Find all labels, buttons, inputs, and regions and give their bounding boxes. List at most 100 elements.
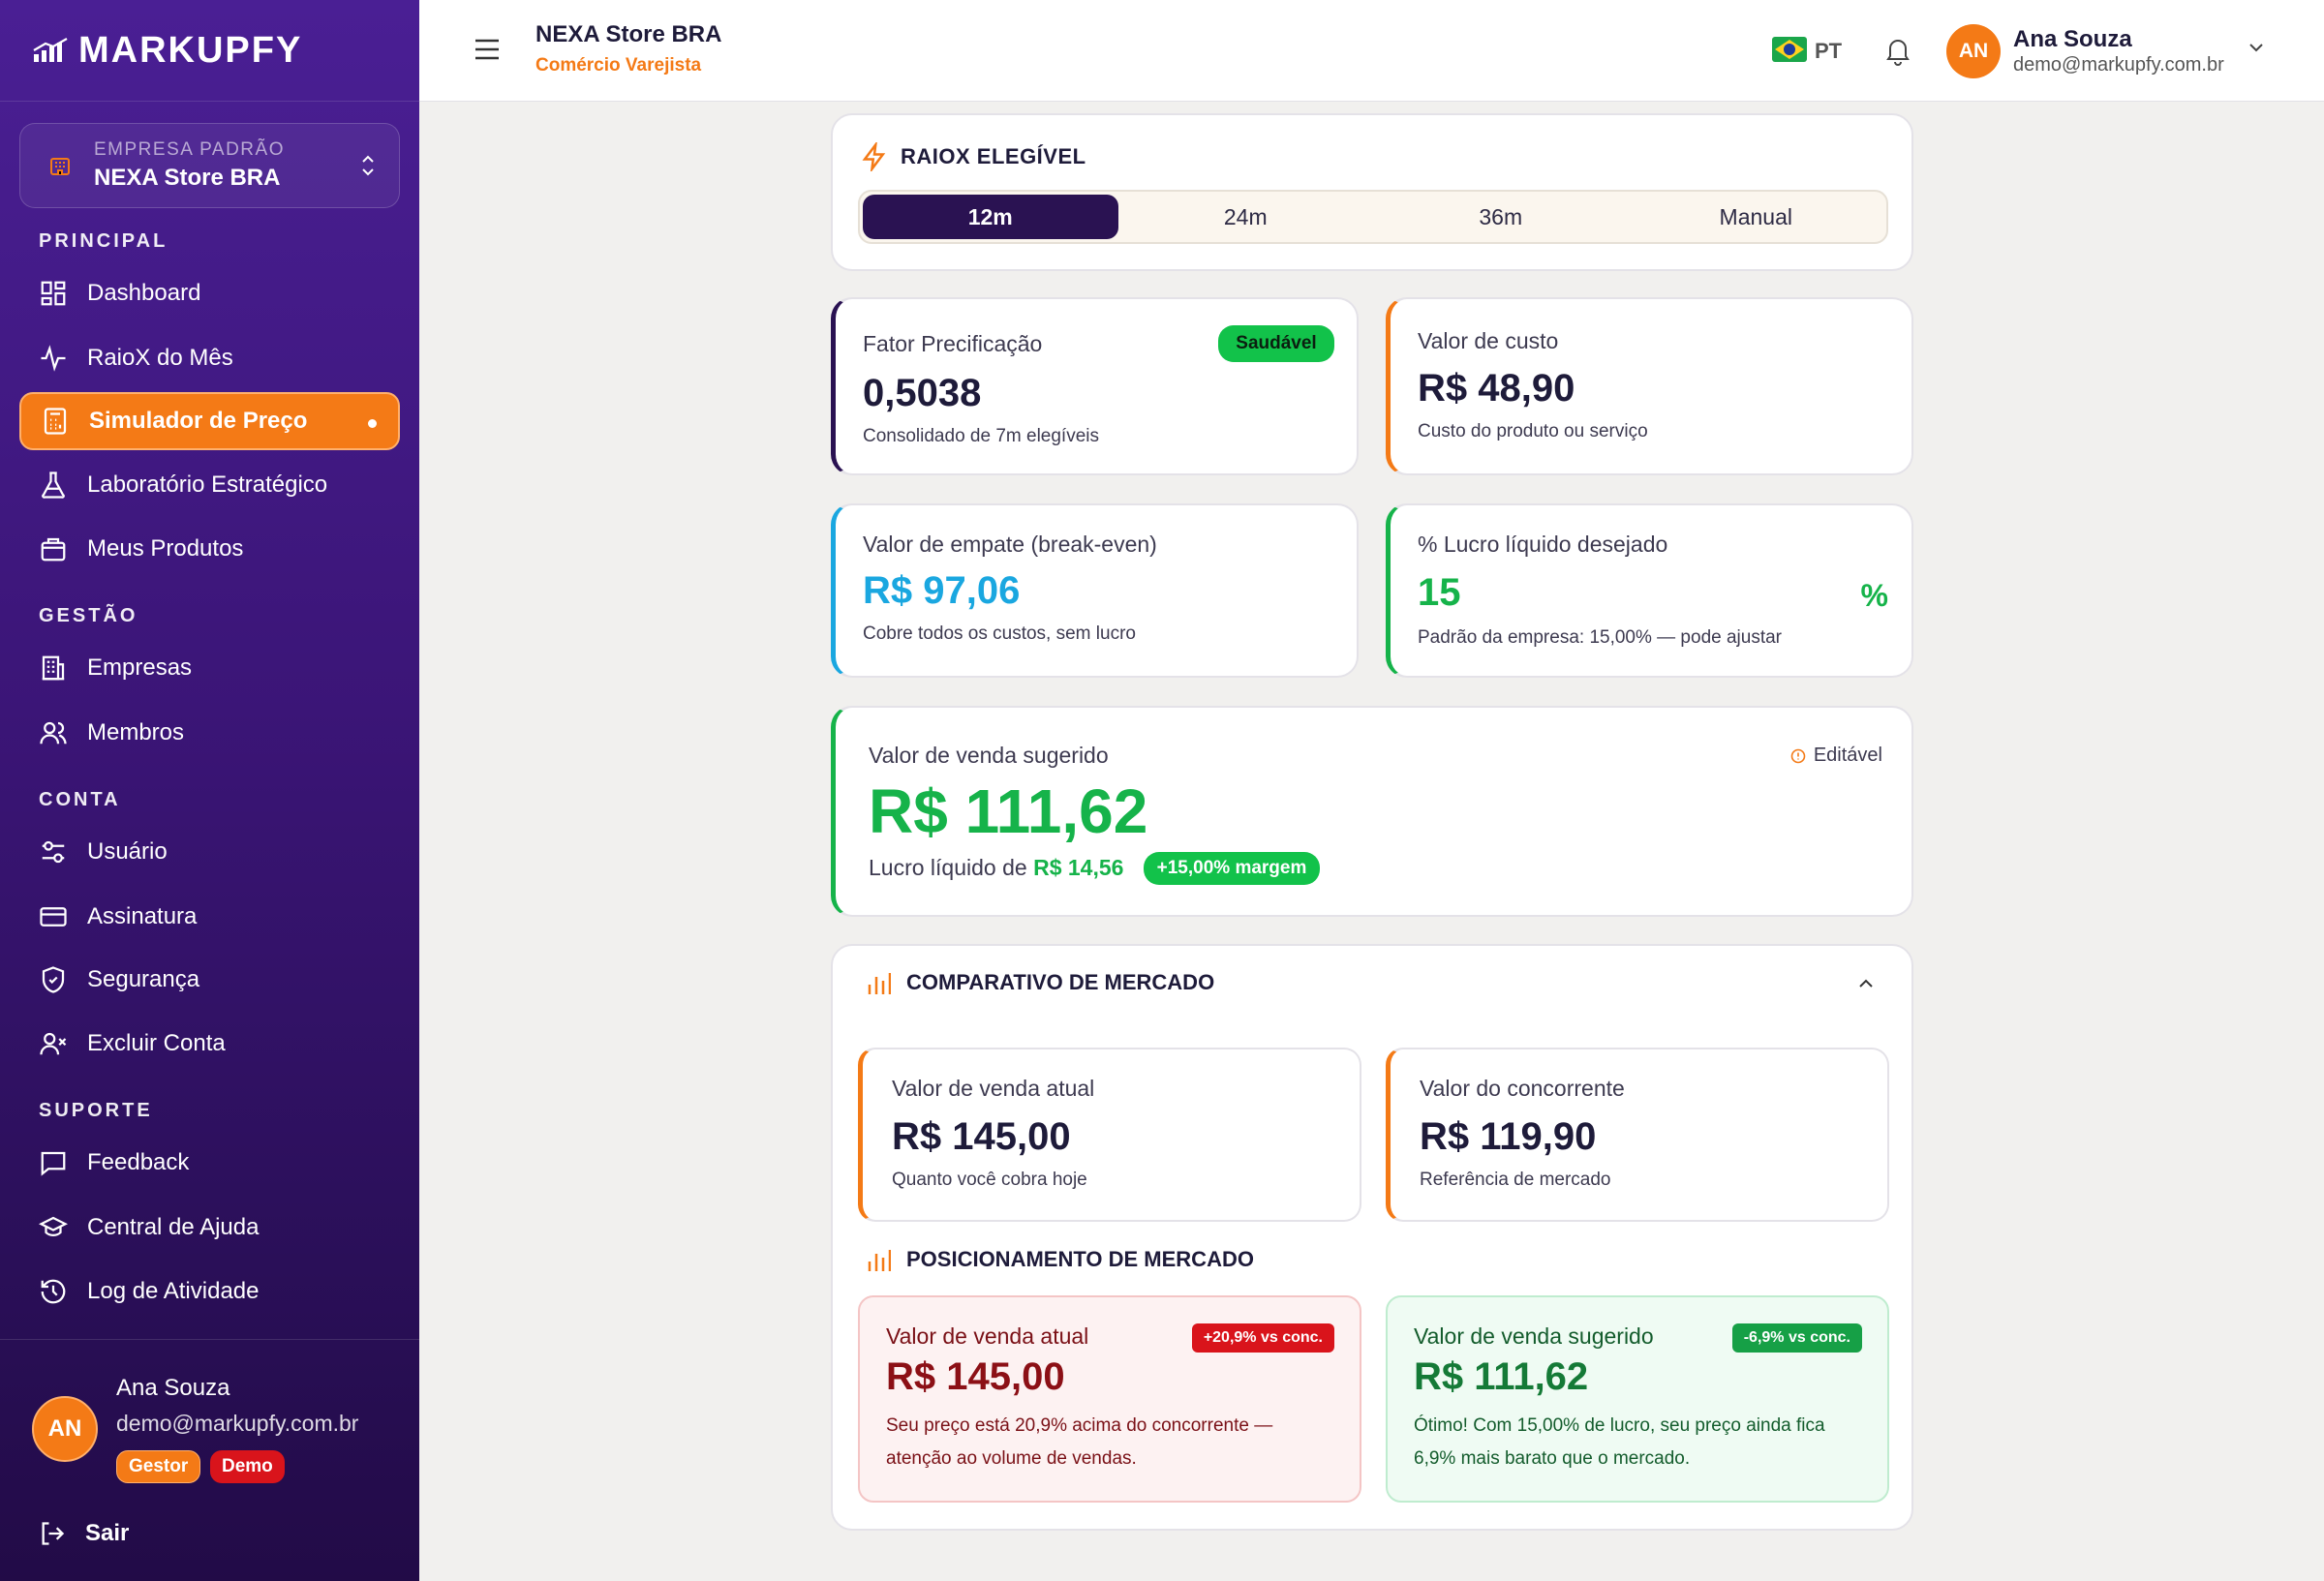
bar-chart-icon (868, 973, 891, 994)
period-option-36m[interactable]: 36m (1373, 195, 1629, 239)
language-label[interactable]: PT (1815, 39, 1842, 64)
position-current-tag: +20,9% vs conc. (1191, 1323, 1334, 1353)
header-avatar[interactable]: AN (1946, 24, 2001, 78)
bar-chart-logo-icon (33, 38, 68, 62)
avatar[interactable]: AN (32, 1396, 98, 1462)
margin-badge: +15,00% margem (1144, 852, 1320, 885)
competitor-price-card[interactable]: Valor do concorrente R$ 119,90 Referênci… (1386, 1048, 1889, 1222)
brand[interactable]: MARKUPFY (0, 0, 419, 102)
sidebar-item-label: Laboratório Estratégico (87, 471, 328, 498)
competitor-price-sub: Referência de mercado (1420, 1170, 1611, 1190)
user-x-icon (40, 1032, 67, 1055)
position-current-card: Valor de venda atual +20,9% vs conc. R$ … (858, 1295, 1361, 1503)
lucro-card[interactable]: % Lucro líquido desejado 15 % Padrão da … (1386, 503, 1913, 678)
menu-icon[interactable] (474, 37, 501, 62)
position-current-text-line2: atenção ao volume de vendas. (886, 1448, 1137, 1469)
profit-value: R$ 14,56 (1033, 855, 1124, 880)
editable-hint[interactable]: Editável (1790, 745, 1882, 767)
sidebar-item-usuario[interactable]: Usuário (19, 823, 400, 881)
suggested-price-card: Valor de venda sugerido Editável R$ 111,… (831, 706, 1913, 917)
sidebar-item-membros[interactable]: Membros (19, 704, 400, 762)
sidebar-item-simulador[interactable]: Simulador de Preço (19, 392, 400, 450)
header-user-email: demo@markupfy.com.br (2013, 54, 2224, 76)
competitor-price-label: Valor do concorrente (1420, 1076, 1625, 1101)
custo-card[interactable]: Valor de custo R$ 48,90 Custo do produto… (1386, 297, 1913, 475)
period-option-manual[interactable]: Manual (1629, 195, 1884, 239)
credit-card-icon (40, 907, 67, 927)
grid-icon (41, 281, 66, 306)
raiox-title: RAIOX ELEGÍVEL (860, 142, 1086, 171)
sidebar-item-feedback[interactable]: Feedback (19, 1134, 400, 1192)
sidebar-item-assinatura[interactable]: Assinatura (19, 888, 400, 946)
market-comparison-header[interactable]: COMPARATIVO DE MERCADO (866, 969, 1214, 996)
sidebar-item-raiox[interactable]: RaioX do Mês (19, 329, 400, 387)
sidebar-item-label: Empresas (87, 654, 193, 681)
active-dot (368, 419, 377, 428)
header-user-name[interactable]: Ana Souza (2013, 26, 2132, 53)
sidebar-item-log[interactable]: Log de Atividade (19, 1262, 400, 1321)
sidebar-item-label: Segurança (87, 966, 200, 992)
competitor-price-value[interactable]: R$ 119,90 (1420, 1115, 1596, 1159)
store-name: NEXA Store BRA (535, 21, 722, 47)
current-price-card[interactable]: Valor de venda atual R$ 145,00 Quanto vo… (858, 1048, 1361, 1222)
sidebar-item-label: Excluir Conta (87, 1030, 226, 1056)
sidebar-item-label: Membros (87, 719, 185, 745)
sidebar-item-label: Assinatura (87, 903, 198, 929)
fator-sub: Consolidado de 7m elegíveis (863, 426, 1099, 446)
period-selector: 12m 24m 36m Manual (858, 190, 1888, 244)
empate-card: Valor de empate (break-even) R$ 97,06 Co… (831, 503, 1359, 678)
user-name: Ana Souza (116, 1375, 230, 1401)
company-selector-value: NEXA Store BRA (94, 165, 281, 191)
lucro-input[interactable]: 15 (1418, 571, 1461, 615)
positioning-title: POSICIONAMENTO DE MERCADO (906, 1247, 1254, 1271)
role-badge: Gestor (116, 1450, 201, 1483)
position-current-label: Valor de venda atual (886, 1323, 1089, 1349)
sidebar-item-central-ajuda[interactable]: Central de Ajuda (19, 1199, 400, 1257)
custo-value[interactable]: R$ 48,90 (1418, 367, 1575, 410)
brazil-flag-icon[interactable] (1772, 37, 1807, 62)
graduation-icon (39, 1216, 68, 1236)
fator-label: Fator Precificação (863, 331, 1043, 356)
sidebar-item-dashboard[interactable]: Dashboard (19, 264, 400, 322)
demo-badge: Demo (210, 1450, 285, 1483)
activity-icon (41, 345, 66, 372)
custo-label: Valor de custo (1418, 328, 1559, 353)
company-selector[interactable]: EMPRESA PADRÃO NEXA Store BRA (19, 123, 400, 208)
position-suggested-text-line1: Ótimo! Com 15,00% de lucro, seu preço ai… (1414, 1415, 1825, 1436)
message-icon (41, 1151, 66, 1176)
company-selector-label: EMPRESA PADRÃO (94, 139, 285, 160)
empate-sub: Cobre todos os custos, sem lucro (863, 623, 1136, 644)
lucro-label: % Lucro líquido desejado (1418, 532, 1668, 557)
chevron-down-icon[interactable] (2248, 41, 2265, 54)
current-price-label: Valor de venda atual (892, 1076, 1095, 1101)
chevron-up-icon[interactable] (1857, 977, 1875, 990)
period-option-24m[interactable]: 24m (1118, 195, 1374, 239)
sidebar-item-empresas[interactable]: Empresas (19, 639, 400, 697)
period-option-12m[interactable]: 12m (863, 195, 1118, 239)
position-suggested-card: Valor de venda sugerido -6,9% vs conc. R… (1386, 1295, 1889, 1503)
sidebar-item-label: Feedback (87, 1149, 190, 1175)
box-icon (41, 537, 66, 562)
position-suggested-value: R$ 111,62 (1414, 1355, 1589, 1398)
suggested-price-value[interactable]: R$ 111,62 (869, 775, 1147, 847)
sidebar-item-seguranca[interactable]: Segurança (19, 951, 400, 1009)
sidebar-item-laboratorio[interactable]: Laboratório Estratégico (19, 456, 400, 514)
lucro-sub: Padrão da empresa: 15,00% — pode ajustar (1418, 627, 1783, 648)
sidebar-item-produtos[interactable]: Meus Produtos (19, 520, 400, 578)
logout-button[interactable]: Sair (39, 1520, 129, 1547)
building-icon (50, 158, 70, 175)
sidebar-item-label: Simulador de Preço (89, 408, 308, 434)
building-icon (42, 655, 65, 681)
market-comparison-title: COMPARATIVO DE MERCADO (906, 970, 1215, 994)
suggested-price-label: Valor de venda sugerido (869, 743, 1109, 768)
sidebar: MARKUPFY EMPRESA PADRÃO NEXA Store BRA P… (0, 0, 419, 1581)
users-icon (40, 721, 67, 745)
shield-icon (42, 966, 65, 993)
bell-icon[interactable] (1883, 35, 1912, 66)
profit-prefix: Lucro líquido de (869, 855, 1027, 880)
current-price-value[interactable]: R$ 145,00 (892, 1115, 1071, 1159)
sliders-icon (42, 840, 65, 864)
store-type: Comércio Varejista (535, 55, 702, 76)
section-conta: CONTA (39, 789, 121, 810)
sidebar-item-excluir-conta[interactable]: Excluir Conta (19, 1015, 400, 1073)
